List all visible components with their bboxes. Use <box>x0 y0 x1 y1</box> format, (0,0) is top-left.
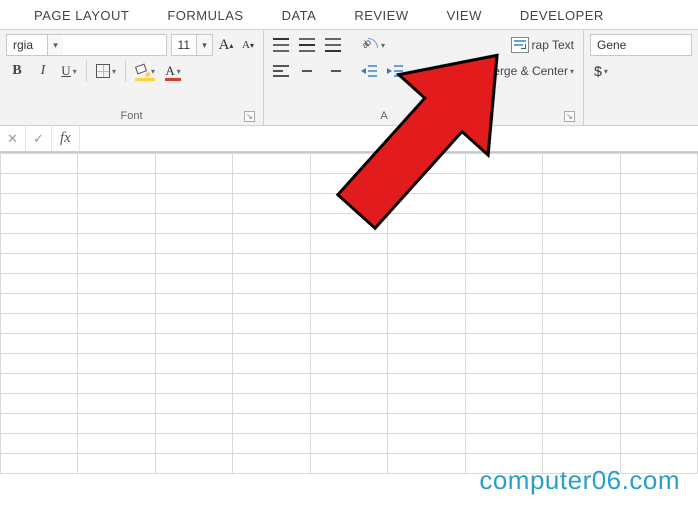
paint-bucket-icon <box>135 65 149 77</box>
font-color-icon: A <box>165 63 174 79</box>
ribbon: rgia ▾ 11 ▾ A▴ A▾ B I U▾ <box>0 30 698 126</box>
wrap-text-button[interactable]: rap Text <box>508 34 577 56</box>
decrease-indent-button[interactable] <box>358 60 380 82</box>
tab-data[interactable]: DATA <box>278 2 321 29</box>
tab-developer[interactable]: DEVELOPER <box>516 2 608 29</box>
align-right-button[interactable] <box>322 60 344 82</box>
group-label-alignment: A ment ↘ <box>270 108 577 125</box>
cancel-icon[interactable]: ✕ <box>0 126 26 151</box>
borders-button[interactable]: ▾ <box>93 60 119 82</box>
font-color-button[interactable]: A ▾ <box>162 60 184 82</box>
increase-indent-icon <box>387 65 403 77</box>
increase-indent-button[interactable] <box>384 60 406 82</box>
font-name-value: rgia <box>7 38 47 52</box>
orientation-button[interactable]: ab ▾ <box>358 34 388 56</box>
borders-icon <box>96 64 110 78</box>
tab-review[interactable]: REVIEW <box>350 2 412 29</box>
dialog-launcher-icon[interactable]: ↘ <box>244 111 255 122</box>
group-alignment: ab ▾ rap Text <box>264 30 584 125</box>
font-size-combo[interactable]: 11 ▾ <box>171 34 213 56</box>
align-top-icon <box>273 38 289 52</box>
align-right-icon <box>325 65 341 77</box>
underline-button[interactable]: U▾ <box>58 60 80 82</box>
font-name-combo[interactable]: rgia ▾ <box>6 34 167 56</box>
chevron-down-icon[interactable]: ▾ <box>196 35 212 55</box>
font-size-value: 11 <box>172 38 196 52</box>
dollar-icon: $ <box>594 63 602 79</box>
align-bottom-button[interactable] <box>322 34 344 56</box>
group-font: rgia ▾ 11 ▾ A▴ A▾ B I U▾ <box>0 30 264 125</box>
formula-input[interactable] <box>80 126 698 151</box>
ribbon-tab-bar: PAGE LAYOUT FORMULAS DATA REVIEW VIEW DE… <box>0 0 698 30</box>
align-left-icon <box>273 65 289 77</box>
watermark-text: computer06.com <box>479 465 680 496</box>
group-label-font: Font ↘ <box>6 108 257 125</box>
dialog-launcher-icon[interactable]: ↘ <box>564 111 575 122</box>
separator <box>86 60 87 82</box>
decrease-indent-icon <box>361 65 377 77</box>
merge-center-button[interactable]: erge & Center ▾ <box>469 60 577 82</box>
chevron-down-icon[interactable]: ▾ <box>47 35 63 55</box>
align-middle-icon <box>299 38 315 52</box>
tab-formulas[interactable]: FORMULAS <box>163 2 247 29</box>
align-left-button[interactable] <box>270 60 292 82</box>
tab-page-layout[interactable]: PAGE LAYOUT <box>30 2 133 29</box>
tab-view[interactable]: VIEW <box>443 2 486 29</box>
cells-table[interactable] <box>0 153 698 474</box>
fill-color-button[interactable]: ▾ <box>132 60 158 82</box>
align-center-button[interactable] <box>296 60 318 82</box>
italic-button[interactable]: I <box>32 60 54 82</box>
separator <box>125 60 126 82</box>
group-number: Gene $ ▾ <box>584 30 698 125</box>
group-label-number <box>590 120 692 125</box>
align-top-button[interactable] <box>270 34 292 56</box>
spreadsheet-grid[interactable] <box>0 152 698 474</box>
align-bottom-icon <box>325 38 341 52</box>
accounting-format-button[interactable]: $ ▾ <box>590 60 612 82</box>
number-format-combo[interactable]: Gene <box>590 34 692 56</box>
decrease-font-size-button[interactable]: A▾ <box>239 34 257 56</box>
merge-center-icon <box>472 63 490 79</box>
enter-icon[interactable]: ✓ <box>26 126 52 151</box>
number-format-value: Gene <box>591 38 632 52</box>
fx-icon[interactable]: fx <box>52 126 80 151</box>
increase-font-size-button[interactable]: A▴ <box>217 34 235 56</box>
wrap-text-icon <box>511 37 529 53</box>
align-middle-button[interactable] <box>296 34 318 56</box>
formula-bar: ✕ ✓ fx <box>0 126 698 152</box>
align-center-icon <box>299 65 315 77</box>
orientation-icon: ab <box>361 36 379 54</box>
bold-button[interactable]: B <box>6 60 28 82</box>
